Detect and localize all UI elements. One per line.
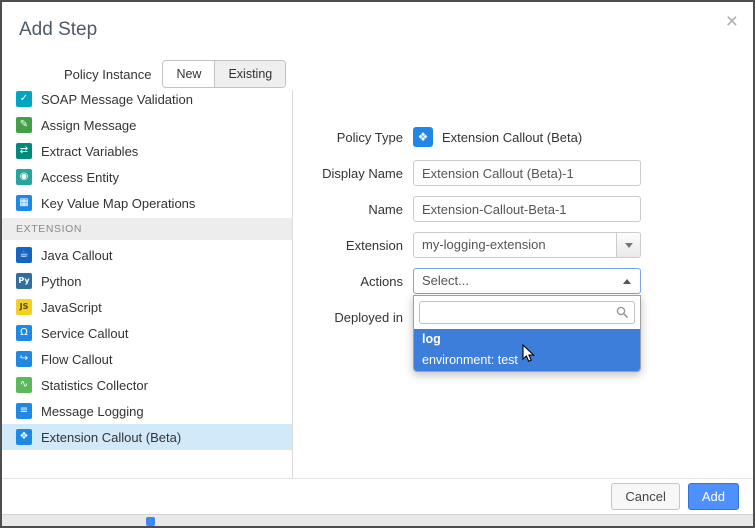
display-name-input[interactable] bbox=[413, 160, 641, 186]
message-logging-icon: ≡ bbox=[16, 403, 32, 419]
policy-list-item[interactable]: ◉ Access Entity bbox=[2, 164, 292, 190]
policy-list-item-label: Extension Callout (Beta) bbox=[41, 430, 181, 445]
background-page-strip bbox=[2, 514, 753, 526]
extension-callout-beta-icon: ❖ bbox=[16, 429, 32, 445]
policy-list-item[interactable]: ⇄ Extract Variables bbox=[2, 138, 292, 164]
policy-instance-row: Policy Instance New Existing bbox=[2, 58, 753, 90]
soap-message-validation-icon: ✓ bbox=[16, 91, 32, 107]
cancel-button[interactable]: Cancel bbox=[611, 483, 679, 510]
name-input[interactable] bbox=[413, 196, 641, 222]
name-label: Name bbox=[293, 202, 403, 217]
policy-list-item[interactable]: ↪ Flow Callout bbox=[2, 346, 292, 372]
policy-list-item[interactable]: Py Python bbox=[2, 268, 292, 294]
extension-label: Extension bbox=[293, 238, 403, 253]
policy-list-item-label: Service Callout bbox=[41, 326, 128, 341]
policy-list-item-label: Assign Message bbox=[41, 118, 136, 133]
display-name-row: Display Name bbox=[293, 160, 753, 186]
extension-section-header: EXTENSION bbox=[2, 218, 292, 240]
policy-list-item[interactable]: ∿ Statistics Collector bbox=[2, 372, 292, 398]
access-entity-icon: ◉ bbox=[16, 169, 32, 185]
add-step-modal: Add Step × Policy Instance New Existing … bbox=[2, 2, 753, 514]
statistics-collector-icon: ∿ bbox=[16, 377, 32, 393]
policy-form: Policy Type ❖ Extension Callout (Beta) D… bbox=[292, 90, 753, 478]
policy-list-item[interactable]: ❖ Extension Callout (Beta) bbox=[2, 424, 292, 450]
extension-select-arrow-box[interactable] bbox=[616, 233, 640, 257]
search-icon bbox=[616, 306, 629, 319]
java-callout-icon: ☕ bbox=[16, 247, 32, 263]
policy-list-item[interactable]: ▦ Key Value Map Operations bbox=[2, 190, 292, 216]
policy-list-item-label: Java Callout bbox=[41, 248, 113, 263]
extension-row: Extension my-logging-extension bbox=[293, 232, 753, 258]
add-button[interactable]: Add bbox=[688, 483, 739, 510]
chevron-down-icon bbox=[625, 243, 633, 248]
key-value-map-operations-icon: ▦ bbox=[16, 195, 32, 211]
modal-title: Add Step bbox=[19, 19, 97, 41]
policy-type-text: Extension Callout (Beta) bbox=[442, 130, 582, 145]
extract-variables-icon: ⇄ bbox=[16, 143, 32, 159]
policy-type-label: Policy Type bbox=[293, 130, 403, 145]
service-callout-icon: Ω bbox=[16, 325, 32, 341]
modal-footer: Cancel Add bbox=[2, 478, 753, 514]
policy-list-item-label: SOAP Message Validation bbox=[41, 92, 193, 107]
assign-message-icon: ✎ bbox=[16, 117, 32, 133]
actions-row: Actions Select... logenv bbox=[293, 268, 753, 294]
extension-callout-icon: ❖ bbox=[413, 127, 433, 147]
policy-instance-toggle: New Existing bbox=[162, 60, 286, 88]
actions-search-input[interactable] bbox=[419, 301, 635, 324]
policy-list-item-label: Key Value Map Operations bbox=[41, 196, 195, 211]
policy-instance-label: Policy Instance bbox=[64, 67, 151, 82]
modal-body: ✓ SOAP Message Validation ✎ Assign Message ⇄… bbox=[2, 90, 753, 478]
actions-search-wrap bbox=[414, 296, 640, 329]
policy-list-item-label: JavaScript bbox=[41, 300, 102, 315]
flow-callout-icon: ↪ bbox=[16, 351, 32, 367]
policy-type-row: Policy Type ❖ Extension Callout (Beta) bbox=[293, 124, 753, 150]
policy-list-item-label: Message Logging bbox=[41, 404, 144, 419]
policy-list: ✓ SOAP Message Validation ✎ Assign Message ⇄… bbox=[2, 90, 292, 478]
screenshot-root: Add Step × Policy Instance New Existing … bbox=[0, 0, 755, 528]
policy-list-item[interactable]: ≡ Message Logging bbox=[2, 398, 292, 424]
policy-list-item-label: Python bbox=[41, 274, 81, 289]
policy-list-item-label: Access Entity bbox=[41, 170, 119, 185]
extension-select[interactable]: my-logging-extension bbox=[413, 232, 641, 258]
actions-select-placeholder: Select... bbox=[414, 269, 640, 293]
policy-list-item-label: Extract Variables bbox=[41, 144, 138, 159]
extension-select-value: my-logging-extension bbox=[414, 233, 640, 257]
policy-list-item-label: Flow Callout bbox=[41, 352, 113, 367]
new-toggle-button[interactable]: New bbox=[163, 61, 214, 87]
policy-list-item-label: Statistics Collector bbox=[41, 378, 148, 393]
mouse-cursor bbox=[522, 344, 536, 364]
javascript-icon: JS bbox=[16, 299, 32, 315]
policy-list-item[interactable]: ☕ Java Callout bbox=[2, 242, 292, 268]
python-icon: Py bbox=[16, 273, 32, 289]
actions-select[interactable]: Select... bbox=[413, 268, 641, 294]
policy-type-value: ❖ Extension Callout (Beta) bbox=[413, 127, 582, 147]
modal-header: Add Step × bbox=[2, 2, 753, 58]
existing-toggle-button[interactable]: Existing bbox=[214, 61, 285, 87]
name-row: Name bbox=[293, 196, 753, 222]
display-name-label: Display Name bbox=[293, 166, 403, 181]
chevron-up-icon bbox=[623, 279, 631, 284]
policy-list-item[interactable]: Ω Service Callout bbox=[2, 320, 292, 346]
close-icon[interactable]: × bbox=[726, 11, 738, 32]
policy-list-item[interactable]: ✓ SOAP Message Validation bbox=[2, 90, 292, 112]
background-policy-icon bbox=[146, 517, 155, 526]
policy-list-item[interactable]: JS JavaScript bbox=[2, 294, 292, 320]
deployed-in-label: Deployed in bbox=[293, 310, 403, 325]
actions-label: Actions bbox=[293, 274, 403, 289]
policy-list-item[interactable]: ✎ Assign Message bbox=[2, 112, 292, 138]
